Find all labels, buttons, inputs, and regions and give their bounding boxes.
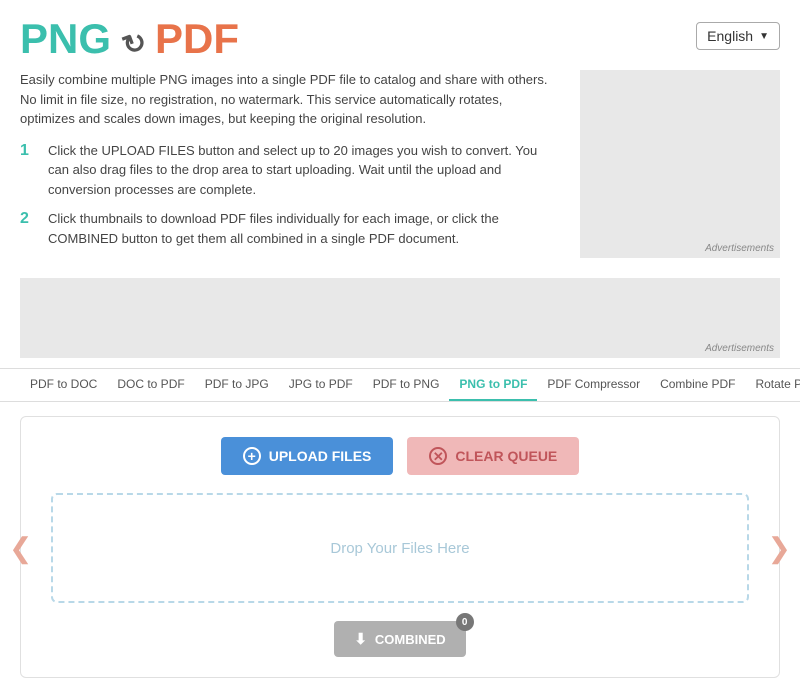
header: PNG ↻ PDF English ▼ [0, 0, 800, 70]
arrow-left-icon[interactable]: ❮ [9, 532, 32, 565]
main-content: Easily combine multiple PNG images into … [0, 70, 800, 268]
download-icon: ⬇ [354, 630, 367, 648]
step-2-text: Click thumbnails to download PDF files i… [48, 209, 560, 248]
clear-x-icon: ✕ [429, 447, 447, 465]
tool-nav-rotate-pdf[interactable]: Rotate PDF [745, 369, 800, 401]
upload-buttons-row: + UPLOAD FILES ✕ CLEAR QUEUE [41, 437, 759, 475]
tool-nav: PDF to DOC DOC to PDF PDF to JPG JPG to … [0, 368, 800, 402]
chevron-down-icon: ▼ [759, 31, 769, 42]
tool-nav-jpg-to-pdf[interactable]: JPG to PDF [279, 369, 363, 401]
combined-button[interactable]: ⬇ COMBINED 0 [334, 621, 465, 657]
language-selector[interactable]: English ▼ [696, 22, 780, 50]
tool-nav-pdf-to-png[interactable]: PDF to PNG [363, 369, 450, 401]
upload-button-label: UPLOAD FILES [269, 448, 372, 464]
combined-button-label: COMBINED [375, 632, 446, 647]
logo-to: ↻ [123, 24, 155, 60]
intro-text: Easily combine multiple PNG images into … [20, 70, 560, 129]
language-label: English [707, 28, 753, 44]
drop-zone[interactable]: Drop Your Files Here [51, 493, 749, 603]
banner-ad: Advertisements [20, 278, 780, 358]
step-1-number: 1 [20, 142, 36, 160]
step-1-text: Click the UPLOAD FILES button and select… [48, 141, 560, 200]
tool-nav-pdf-to-jpg[interactable]: PDF to JPG [195, 369, 279, 401]
arrow-right-icon[interactable]: ❯ [768, 532, 791, 565]
banner-ad-label: Advertisements [705, 343, 774, 354]
step-2-number: 2 [20, 210, 36, 228]
drop-zone-text: Drop Your Files Here [330, 540, 469, 557]
tool-nav-png-to-pdf[interactable]: PNG to PDF [449, 369, 537, 401]
combined-row: ⬇ COMBINED 0 [41, 621, 759, 657]
steps-list: 1 Click the UPLOAD FILES button and sele… [20, 141, 560, 249]
clear-queue-button[interactable]: ✕ CLEAR QUEUE [407, 437, 579, 475]
side-ad-box: Advertisements [580, 70, 780, 258]
upload-plus-icon: + [243, 447, 261, 465]
tool-nav-doc-to-pdf[interactable]: DOC to PDF [107, 369, 194, 401]
side-ad-label: Advertisements [705, 243, 774, 254]
logo-pdf: PDF [155, 15, 239, 62]
step-2: 2 Click thumbnails to download PDF files… [20, 209, 560, 248]
tool-nav-pdf-to-doc[interactable]: PDF to DOC [20, 369, 107, 401]
logo-png: PNG [20, 15, 111, 62]
tool-nav-pdf-compressor[interactable]: PDF Compressor [537, 369, 650, 401]
upload-files-button[interactable]: + UPLOAD FILES [221, 437, 394, 475]
description-section: Easily combine multiple PNG images into … [20, 70, 560, 258]
tool-nav-combine-pdf[interactable]: Combine PDF [650, 369, 745, 401]
upload-container: + UPLOAD FILES ✕ CLEAR QUEUE ❮ Drop Your… [20, 416, 780, 678]
combined-badge: 0 [456, 613, 474, 631]
clear-button-label: CLEAR QUEUE [455, 448, 557, 464]
step-1: 1 Click the UPLOAD FILES button and sele… [20, 141, 560, 200]
drop-area-wrapper: ❮ Drop Your Files Here ❯ [41, 493, 759, 603]
logo: PNG ↻ PDF [20, 18, 239, 60]
